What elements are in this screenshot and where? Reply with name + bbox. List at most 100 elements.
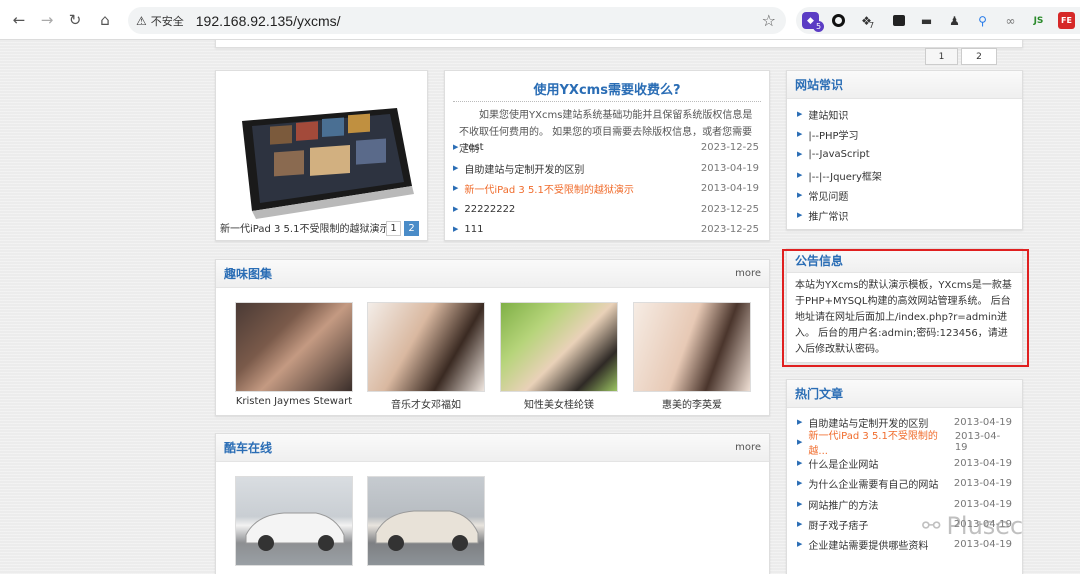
knowledge-header: 网站常识 [787,71,1022,99]
photo-caption[interactable]: 知性美女桂纶镁 [500,396,618,411]
photo-thumbnail[interactable] [633,302,751,392]
article-title[interactable]: 自助建站与定制开发的区别 [464,161,584,176]
cars-header: 酷车在线 more [216,434,769,462]
category-label[interactable]: 建站知识 [808,107,848,122]
pager-page-2[interactable]: 2 [961,48,997,65]
article-title[interactable]: 新一代iPad 3 5.1不受限制的越狱演示 [464,181,633,196]
photo-thumbnail[interactable] [235,302,353,392]
bullet-icon: ▶ [453,164,459,172]
panel-ext-icon[interactable] [890,12,907,29]
hot-article-title[interactable]: 厨子戏子痞子 [808,517,868,532]
article-row[interactable]: ▶ 自助建站与定制开发的区别 2013-04-19 [453,160,759,176]
photo-caption[interactable]: 惠美的李英爱 [633,396,751,411]
category-label[interactable]: |--JavaScript [808,149,869,160]
pager-page-1[interactable]: 1 [925,48,958,65]
article-row[interactable]: ▶ 22222222 2023-12-25 [453,201,759,217]
hot-article-row[interactable]: ▶ 什么是企业网站 2013-04-19 [797,455,1012,471]
hot-article-date: 2013-04-19 [953,538,1012,550]
feature-title[interactable]: 使用YXcms需要收费么? [445,79,769,98]
hot-article-row[interactable]: ▶ 为什么企业需要有自己的网站 2013-04-19 [797,475,1012,491]
bookmark-star-icon[interactable]: ☆ [762,11,776,30]
hot-article-date: 2013-04-19 [953,498,1012,510]
cars-panel: 酷车在线 more [215,433,770,574]
photo-thumbnail[interactable] [367,302,485,392]
photo-caption[interactable]: 音乐才女邓福如 [367,396,485,411]
security-indicator[interactable]: ⚠ 不安全 [136,13,184,29]
hot-article-date: 2013-04-19 [953,477,1012,489]
category-label[interactable]: |--PHP学习 [808,127,858,142]
tablet-image [242,108,414,219]
address-bar[interactable]: ⚠ 不安全 192.168.92.135/yxcms/ ☆ [128,7,786,34]
bullet-icon: ▶ [797,540,803,548]
article-row[interactable]: ▶ 新一代iPad 3 5.1不受限制的越狱演示 2013-04-19 [453,180,759,196]
article-date: 2023-12-25 [700,203,759,215]
knowledge-title[interactable]: 网站常识 [795,76,843,93]
cars-title[interactable]: 酷车在线 [224,439,272,456]
fe-ext-icon[interactable]: FE [1058,12,1075,29]
home-icon[interactable]: ⌂ [94,9,116,31]
security-label: 不安全 [150,14,184,28]
hat-ext-icon[interactable]: ▬ [918,12,935,29]
hot-article-title[interactable]: 为什么企业需要有自己的网站 [808,476,938,491]
hot-article-title[interactable]: 企业建站需要提供哪些资料 [808,537,928,552]
bullet-icon: ▶ [797,110,803,118]
hot-article-date: 2013-04-19 [953,416,1012,428]
js-ext-icon[interactable]: JS [1030,12,1047,29]
hot-articles-panel: 热门文章 ▶ 自助建站与定制开发的区别 2013-04-19 ▶ 新一代iPad 3 … [786,379,1023,574]
back-icon[interactable]: ← [8,9,30,31]
slide-image[interactable] [216,71,428,241]
knowledge-panel: 网站常识 ▶ 建站知识 ▶ |--PHP学习 ▶ |--JavaScript ▶ |--… [786,70,1023,230]
hot-article-row[interactable]: ▶ 新一代iPad 3 5.1不受限制的越... 2013-04-19 [797,431,1012,457]
hot-article-title[interactable]: 新一代iPad 3 5.1不受限制的越... [808,427,954,457]
article-title[interactable]: 22222222 [464,204,515,215]
link-ext-icon[interactable]: ∞ [1002,12,1019,29]
page-content: 1 2 新一代iPad 3 5.1不受限制的越狱演示 1 2 使用YXcms需要… [0,40,1080,574]
reload-icon[interactable]: ↻ [64,9,86,31]
article-title[interactable]: 111 [464,224,483,235]
category-item[interactable]: ▶ |--|--Jquery框架 [797,167,1012,183]
bullet-icon: ▶ [797,150,803,158]
callout-highlight-box [782,249,1029,367]
browser-toolbar: ← → ↻ ⌂ ⚠ 不安全 192.168.92.135/yxcms/ ☆ ◆ … [0,0,1080,40]
spy-ext-icon[interactable]: ♟ [946,12,963,29]
article-date: 2023-12-25 [700,223,759,235]
bullet-icon: ▶ [797,130,803,138]
article-title[interactable]: test [464,142,483,153]
category-label[interactable]: 推广常识 [808,208,848,223]
article-row[interactable]: ▶ test 2023-12-25 [453,139,759,155]
article-row[interactable]: ▶ 111 2023-12-25 [453,221,759,237]
bullet-icon: ▶ [797,520,803,528]
slide-page-1[interactable]: 1 [386,221,401,236]
category-item[interactable]: ▶ 推广常识 [797,207,1012,223]
car-thumbnail[interactable] [235,476,353,566]
gallery-title[interactable]: 趣味图集 [224,265,272,282]
slide-caption[interactable]: 新一代iPad 3 5.1不受限制的越狱演示 [220,220,389,235]
car-thumbnail[interactable] [367,476,485,566]
gallery-more-link[interactable]: more [735,268,761,279]
photo-caption[interactable]: Kristen Jaymes Stewart [235,396,353,407]
photo-thumbnail[interactable] [500,302,618,392]
category-item[interactable]: ▶ 常见问题 [797,187,1012,203]
bullet-icon: ▶ [797,459,803,467]
forward-icon[interactable]: → [36,9,58,31]
bullet-icon: ▶ [797,191,803,199]
hot-article-title[interactable]: 网站推广的方法 [808,497,878,512]
slide-page-2[interactable]: 2 [404,221,419,236]
category-item[interactable]: ▶ |--PHP学习 [797,126,1012,142]
ring-ext-icon[interactable] [830,12,847,29]
feature-article-panel: 使用YXcms需要收费么? 如果您使用YXcms建站系统基础功能并且保留系统版权… [444,70,770,241]
hot-article-row[interactable]: ▶ 网站推广的方法 2013-04-19 [797,496,1012,512]
url-text[interactable]: 192.168.92.135/yxcms/ [196,13,341,29]
category-item[interactable]: ▶ 建站知识 [797,106,1012,122]
category-label[interactable]: 常见问题 [808,188,848,203]
hot-articles-title[interactable]: 热门文章 [795,385,843,402]
bullet-icon: ▶ [453,225,459,233]
cars-more-link[interactable]: more [735,442,761,453]
watermark: ⚯ Plusec [922,512,1023,540]
slideshow[interactable]: 新一代iPad 3 5.1不受限制的越狱演示 1 2 [215,70,428,241]
wechat-icon: ⚯ [922,513,941,539]
category-label[interactable]: |--|--Jquery框架 [808,168,882,183]
pin-ext-icon[interactable]: ⚲ [974,12,991,29]
category-item[interactable]: ▶ |--JavaScript [797,146,1012,162]
hot-article-title[interactable]: 什么是企业网站 [808,456,878,471]
